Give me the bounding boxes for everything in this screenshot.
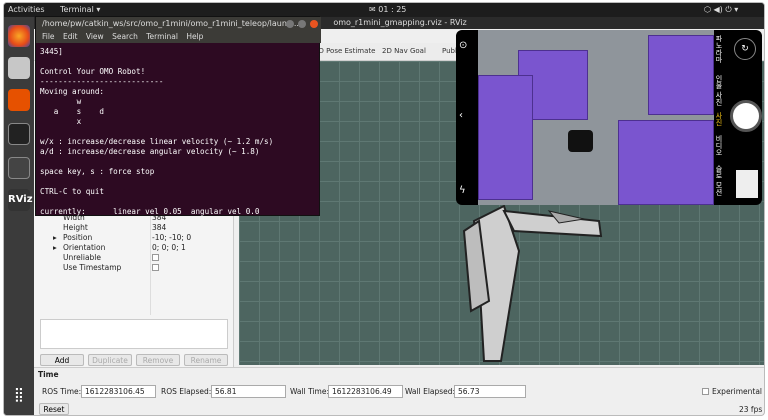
activities-button[interactable]: Activities [8,5,45,14]
menu-help[interactable]: Help [186,32,203,41]
use-timestamp-checkbox[interactable] [152,264,159,271]
description-box [40,319,228,349]
terminal-app-menu[interactable]: Terminal ▾ [60,5,100,14]
purple-box [618,120,714,205]
files-icon[interactable] [8,57,30,79]
expand-icon[interactable]: ▸ [53,233,57,242]
settings-icon[interactable]: ⊙ [459,40,467,51]
terminal-window: /home/pw/catkin_ws/src/omo_r1mini/omo_r1… [35,16,321,217]
mode-slowmo[interactable]: 슬로 모션 [714,165,724,195]
clock[interactable]: ✉ 01 : 25 [369,5,406,14]
shutter-button[interactable] [730,100,762,132]
prop-label: Unreliable [63,253,101,262]
experimental-label: Experimental [712,387,763,396]
close-icon[interactable] [310,20,318,28]
mode-photo[interactable]: 사진 [714,112,724,126]
back-icon[interactable]: ‹ [459,110,463,121]
desktop: Activities Terminal ▾ ✉ 01 : 25 ⬡ ◀) ⏻ ▾… [3,2,765,416]
system-tray-icons[interactable]: ⬡ ◀) ⏻ ▾ [704,5,738,15]
wall-time-field[interactable]: 1612283106.49 [328,385,403,398]
menu-view[interactable]: View [86,32,104,41]
gallery-thumbnail[interactable] [736,170,758,198]
camera-preview [478,30,714,205]
rename-button[interactable]: Rename [184,354,228,366]
prop-value[interactable]: 384 [152,223,166,232]
prop-label: Use Timestamp [63,263,122,272]
phone-camera-overlay: ⊙ ‹ ϟ 파노라마 인물 사진 사진 비디오 슬로 모션 ↻ [456,30,762,205]
menu-file[interactable]: File [42,32,55,41]
top-bar: Activities Terminal ▾ ✉ 01 : 25 ⬡ ◀) ⏻ ▾ [4,3,764,17]
wall-elapsed-field[interactable]: 56.73 [454,385,526,398]
experimental-checkbox[interactable] [702,388,709,395]
wall-time-label: Wall Time: [290,387,329,396]
prop-label: Orientation [63,243,106,252]
rqt-icon[interactable] [8,157,30,179]
column-divider [150,207,151,315]
prop-label: Height [63,223,88,232]
duplicate-button[interactable]: Duplicate [88,354,132,366]
tool-2d-nav-goal[interactable]: 2D Nav Goal [382,47,426,55]
expand-icon[interactable]: ▸ [53,243,57,252]
mode-portrait[interactable]: 인물 사진 [714,75,724,105]
flash-off-icon[interactable]: ϟ [459,185,466,196]
prop-value[interactable]: -10; -10; 0 [152,233,191,242]
displays-panel: Width 384 Height 384 ▸ Position -10; -10… [34,207,234,367]
switch-camera-icon[interactable]: ↻ [734,38,756,60]
menu-terminal[interactable]: Terminal [146,32,178,41]
sublime-icon[interactable] [8,89,30,111]
terminal-icon[interactable] [8,123,30,145]
purple-box [648,35,714,115]
ros-elapsed-field[interactable]: 56.81 [211,385,286,398]
rviz-icon[interactable]: RViz [8,189,33,211]
ros-time-field[interactable]: 1612283106.45 [81,385,156,398]
dock: RViz ⣿ [4,17,34,415]
mode-video[interactable]: 비디오 [714,135,724,156]
apps-grid-icon[interactable]: ⣿ [8,387,30,409]
terminal-menubar: File Edit View Search Terminal Help [36,31,321,43]
ros-time-label: ROS Time: [42,387,82,396]
fps-label: 23 fps [739,405,763,414]
add-button[interactable]: Add [40,354,84,366]
terminal-title: /home/pw/catkin_ws/src/omo_r1mini/omo_r1… [36,17,321,31]
unreliable-checkbox[interactable] [152,254,159,261]
ros-elapsed-label: ROS Elapsed: [161,387,212,396]
remove-button[interactable]: Remove [136,354,180,366]
reset-button[interactable]: Reset [39,403,69,415]
time-panel-title: Time [38,370,59,379]
mode-panorama[interactable]: 파노라마 [714,35,724,63]
menu-search[interactable]: Search [112,32,138,41]
terminal-output[interactable]: 3445] Control Your OMO Robot! ----------… [40,47,273,217]
time-panel: Time ROS Time: 1612283106.45 ROS Elapsed… [34,367,764,415]
tool-2d-pose-estimate[interactable]: 2D Pose Estimate [314,47,375,55]
robot [568,130,593,152]
menu-edit[interactable]: Edit [63,32,78,41]
purple-box [478,75,533,200]
minimize-icon[interactable] [286,20,294,28]
prop-label: Position [63,233,93,242]
wall-elapsed-label: Wall Elapsed: [405,387,456,396]
prop-value[interactable]: 0; 0; 0; 1 [152,243,186,252]
maximize-icon[interactable] [298,20,306,28]
firefox-icon[interactable] [8,25,30,47]
